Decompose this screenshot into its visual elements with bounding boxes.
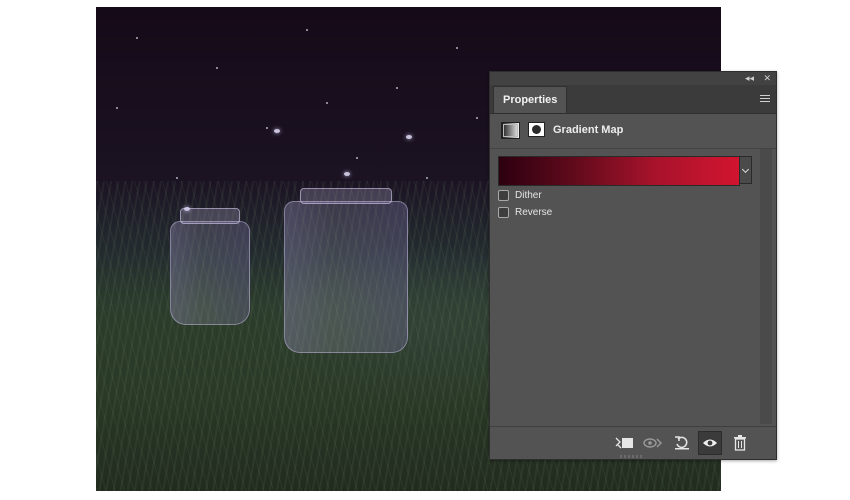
resize-grip[interactable]: [620, 455, 644, 458]
delete-icon[interactable]: [728, 431, 752, 455]
star: [266, 127, 268, 129]
star: [396, 87, 398, 89]
star: [426, 177, 428, 179]
gradient-dropdown-chevron-icon[interactable]: [739, 156, 752, 184]
star: [136, 37, 138, 39]
tab-properties[interactable]: Properties: [493, 86, 568, 113]
layer-mask-icon[interactable]: [528, 122, 545, 137]
jar-neck: [299, 188, 393, 204]
jar-neck: [180, 208, 240, 224]
dither-label: Dither: [515, 189, 542, 201]
visibility-eye-icon[interactable]: [698, 431, 722, 455]
panel-scrollbar[interactable]: [760, 149, 772, 424]
firefly: [406, 135, 412, 139]
adjustment-header: Gradient Map: [490, 114, 776, 149]
star: [356, 157, 358, 159]
firefly: [274, 129, 280, 133]
dither-option[interactable]: Dither: [498, 188, 542, 202]
firefly: [344, 172, 350, 176]
panel-menu-icon[interactable]: [760, 95, 770, 103]
reset-icon[interactable]: [670, 431, 694, 455]
gradient-preview[interactable]: [498, 156, 740, 186]
collapse-panel-icon[interactable]: ◂◂: [745, 72, 754, 85]
star: [306, 29, 308, 31]
adjustment-title: Gradient Map: [553, 124, 624, 136]
dither-checkbox[interactable]: [498, 189, 509, 201]
reverse-checkbox[interactable]: [498, 206, 509, 218]
star: [476, 117, 478, 119]
view-previous-state-icon[interactable]: [641, 431, 665, 455]
clip-to-layer-icon[interactable]: [613, 431, 637, 455]
large-jar: [284, 188, 408, 353]
properties-panel: ◂◂ ✕ Properties Gradient Map Dither Reve…: [489, 71, 777, 460]
panel-titlebar: ◂◂ ✕: [490, 72, 776, 85]
star: [326, 102, 328, 104]
panel-footer: [490, 426, 776, 459]
star: [216, 67, 218, 69]
small-jar: [170, 208, 250, 325]
adjustment-icon[interactable]: [501, 122, 520, 139]
star: [176, 177, 178, 179]
star: [456, 47, 458, 49]
star: [116, 107, 118, 109]
close-panel-icon[interactable]: ✕: [763, 72, 771, 85]
reverse-option[interactable]: Reverse: [498, 205, 552, 219]
panel-tabstrip: Properties: [490, 85, 776, 114]
reverse-label: Reverse: [515, 206, 553, 218]
